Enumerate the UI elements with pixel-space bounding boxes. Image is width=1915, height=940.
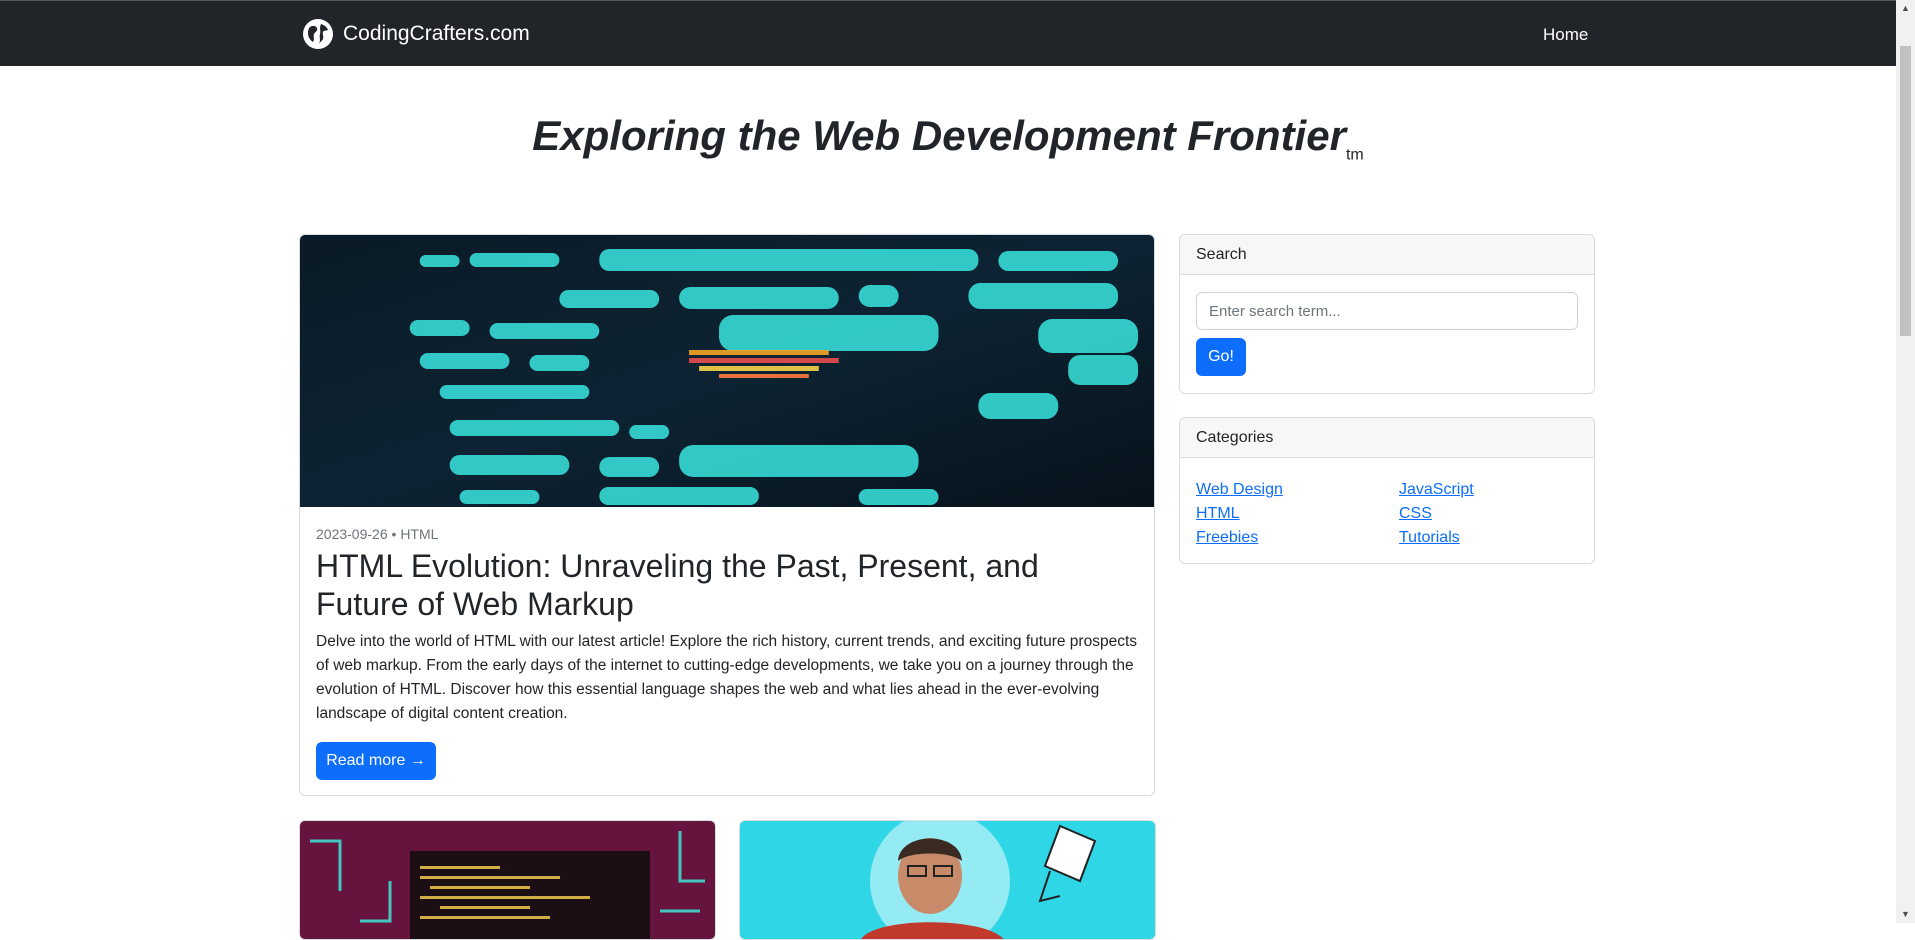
post-thumbnail-image[interactable] — [740, 821, 1156, 940]
post-meta: 2023-09-26 • HTML — [316, 526, 438, 542]
featured-post-card: 2023-09-26 • HTML HTML Evolution: Unrave… — [299, 234, 1155, 796]
categories-widget: Categories Web Design JavaScript HTML CS… — [1179, 417, 1595, 564]
navbar: CodingCrafters.com Home — [0, 0, 1896, 66]
brand-link[interactable]: CodingCrafters.com — [302, 17, 530, 51]
category-link-tutorials[interactable]: Tutorials — [1399, 529, 1460, 547]
category-link-javascript[interactable]: JavaScript — [1399, 481, 1474, 499]
category-link-web-design[interactable]: Web Design — [1196, 481, 1283, 499]
post-card-thumbnail[interactable] — [739, 820, 1156, 940]
category-link-css[interactable]: CSS — [1399, 505, 1432, 523]
categories-widget-header: Categories — [1180, 418, 1594, 458]
read-more-button[interactable]: Read more → — [316, 742, 436, 780]
scrollbar-thumb[interactable] — [1900, 46, 1911, 336]
post-excerpt: Delve into the world of HTML with our la… — [316, 633, 1138, 722]
arrow-up-icon[interactable]: ▲ — [1896, 0, 1915, 17]
category-link-html[interactable]: HTML — [1196, 505, 1240, 523]
post-date: 2023-09-26 — [316, 526, 388, 542]
meta-separator: • — [391, 526, 397, 542]
post-title: HTML Evolution: Unraveling the Past, Pre… — [316, 548, 1039, 622]
arrow-down-icon[interactable]: ▼ — [1896, 906, 1915, 923]
page-title: Exploring the Web Development Frontiertm — [0, 112, 1896, 164]
post-thumbnail-image[interactable] — [300, 821, 716, 940]
globe-icon — [303, 19, 333, 49]
nav-home-link[interactable]: Home — [1543, 25, 1588, 45]
search-widget: Search Go! — [1179, 234, 1595, 394]
post-category: HTML — [400, 526, 439, 542]
trademark-mark: tm — [1345, 146, 1364, 164]
brand-name: CodingCrafters.com — [343, 22, 530, 45]
search-input[interactable] — [1196, 292, 1578, 330]
featured-post-image[interactable] — [300, 235, 1154, 507]
page-scrollbar[interactable]: ▲ ▼ — [1896, 0, 1915, 923]
category-link-freebies[interactable]: Freebies — [1196, 529, 1258, 547]
post-card-thumbnail[interactable] — [299, 820, 716, 940]
search-go-button[interactable]: Go! — [1196, 338, 1246, 376]
search-widget-header: Search — [1180, 235, 1594, 275]
page-title-text: Exploring the Web Development Frontier — [532, 112, 1346, 159]
